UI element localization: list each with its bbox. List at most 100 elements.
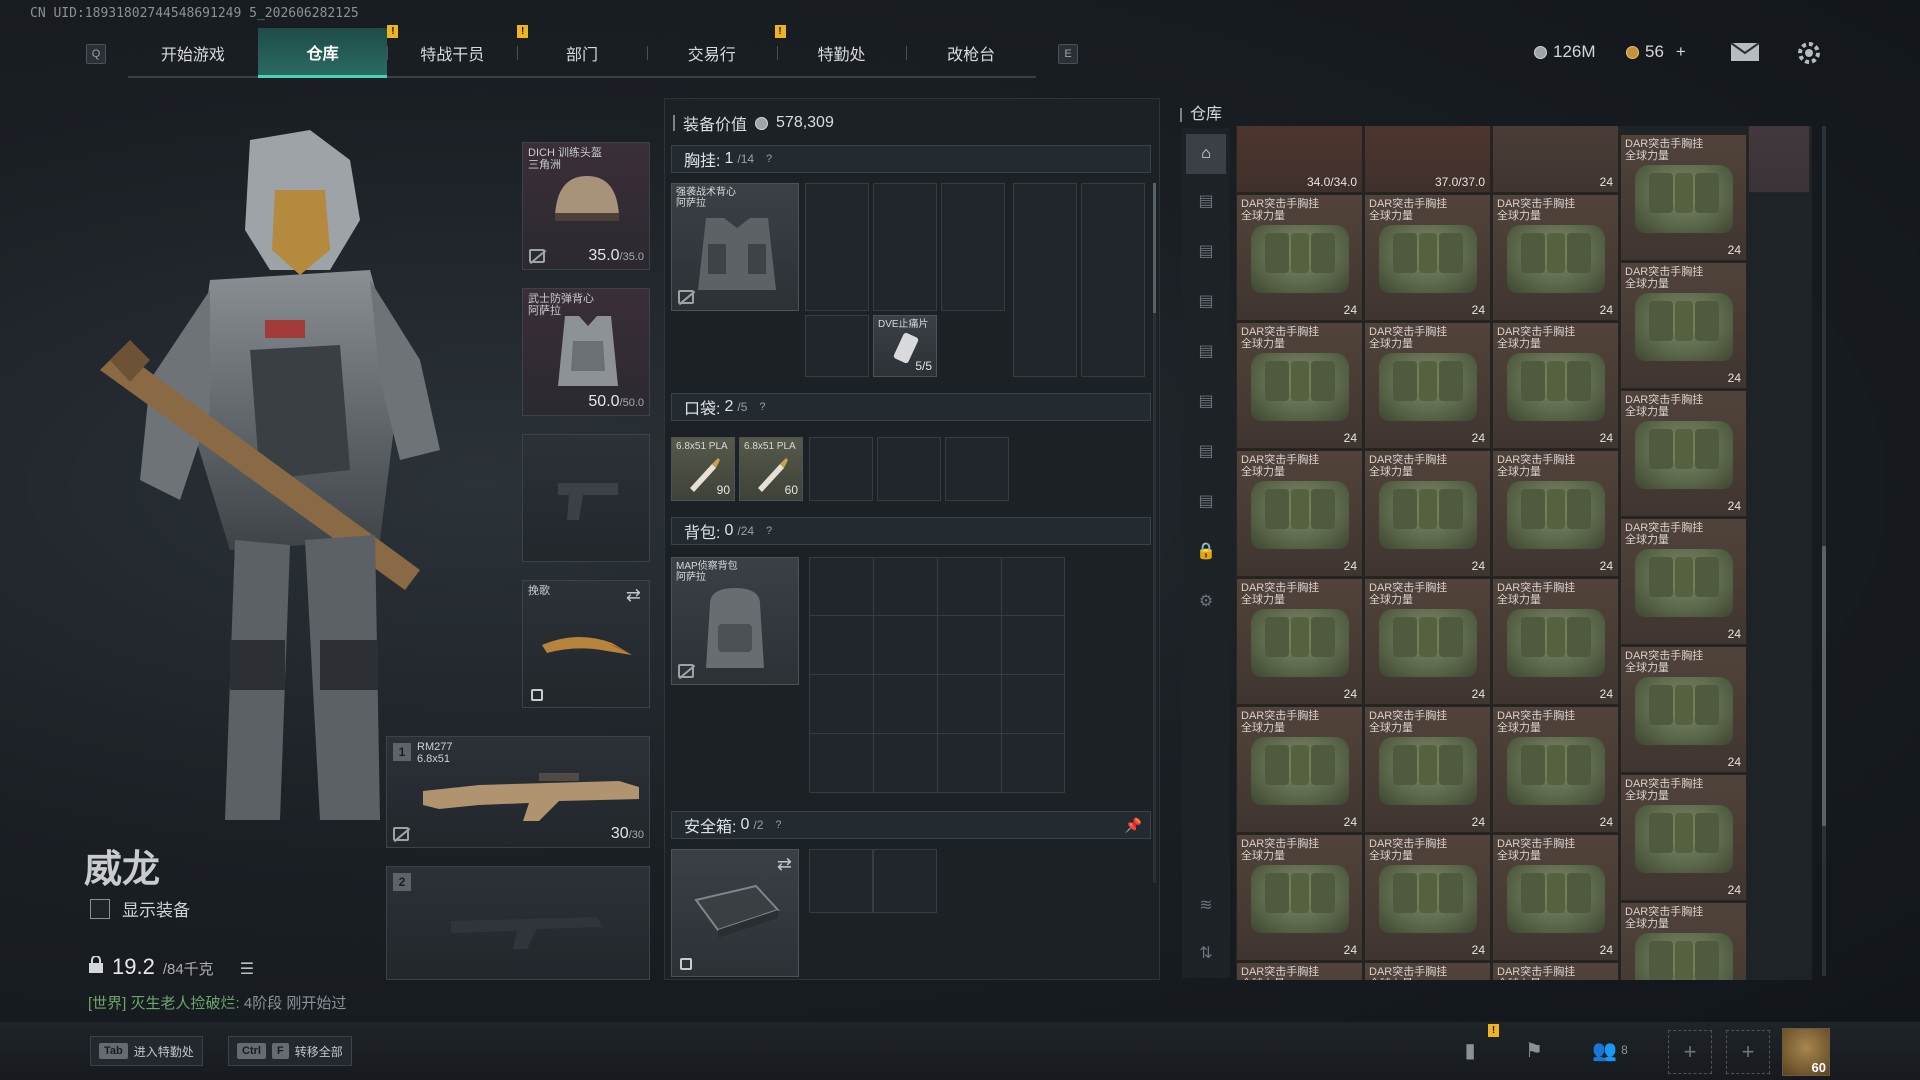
friends-icon[interactable]: 👥 8 — [1590, 1036, 1630, 1064]
chest-cell[interactable] — [941, 183, 1005, 311]
tab-3-icon[interactable]: ▤ — [1194, 290, 1218, 312]
home-icon[interactable]: ⌂ — [1186, 134, 1226, 174]
backpack-item[interactable]: MAP侦察背包 阿萨拉 — [671, 557, 799, 685]
warehouse-item[interactable]: DAR突击手胸挂全球力量24 — [1620, 134, 1747, 261]
warehouse-item[interactable]: DAR突击手胸挂全球力量24 — [1620, 390, 1747, 517]
help-icon[interactable]: ? — [775, 819, 781, 831]
tab-7-icon[interactable]: ▤ — [1194, 490, 1218, 512]
warehouse-item[interactable]: DAR突击手胸挂全球力量24 — [1620, 518, 1747, 645]
warehouse-item[interactable]: DAR突击手胸挂全球力量24 — [1364, 706, 1491, 833]
chest-cell[interactable] — [1013, 183, 1077, 377]
tab-trading[interactable]: 交易行 — [646, 28, 777, 78]
swap-icon[interactable]: ⇄ — [777, 854, 792, 875]
warehouse-item[interactable]: DAR突击手胸挂全球力量24 — [1620, 902, 1747, 980]
mail-icon[interactable] — [1730, 42, 1760, 62]
warehouse-item[interactable]: DAR突击手胸挂全球力量24 — [1492, 578, 1619, 705]
warehouse-item[interactable]: 37.0/37.0 — [1364, 126, 1491, 193]
warehouse-scrollbar[interactable] — [1822, 126, 1826, 976]
warehouse-item[interactable]: DAR突击手胸挂全球力量24 — [1364, 450, 1491, 577]
tab-operators[interactable]: 特战干员! — [387, 25, 517, 78]
ammo-item[interactable]: 6.8x51 PLA 90 — [671, 437, 735, 501]
tab-1-icon[interactable]: ▤ — [1194, 190, 1218, 212]
warehouse-item[interactable]: DAR突击手胸挂全球力量24 — [1236, 450, 1363, 577]
melee-slot[interactable]: 挽歌 ⇄ — [522, 580, 650, 708]
add-squad-slot-button[interactable]: + — [1668, 1030, 1712, 1074]
lock-icon[interactable]: 🔒 — [1194, 540, 1218, 562]
flag-icon[interactable]: ⚑ — [1520, 1036, 1548, 1064]
warehouse-item[interactable]: DAR突击手胸挂全球力量24 — [1364, 322, 1491, 449]
chest-cell[interactable] — [805, 315, 869, 377]
chest-cell[interactable] — [805, 183, 869, 311]
warehouse-item[interactable]: DAR突击手胸挂全球力量24 — [1364, 962, 1491, 980]
warehouse-item[interactable]: DAR突击手胸挂全球力量24 — [1492, 450, 1619, 577]
help-icon[interactable]: ? — [766, 525, 772, 537]
chest-rig-item[interactable]: 强袭战术背心 阿萨拉 — [671, 183, 799, 311]
tab-gunsmith[interactable]: 改枪台 — [906, 28, 1036, 78]
enter-special-ops-button[interactable]: Tab 进入特勤处 — [90, 1036, 203, 1066]
warehouse-item[interactable]: DAR突击手胸挂全球力量24 — [1492, 962, 1619, 980]
add-squad-slot-button[interactable]: + — [1726, 1030, 1770, 1074]
warehouse-item[interactable]: DAR突击手胸挂全球力量24 — [1236, 834, 1363, 961]
tab-start-game[interactable]: 开始游戏 — [128, 28, 258, 78]
tab-warehouse[interactable]: 仓库 — [257, 28, 388, 78]
stats-icon[interactable]: ▮ — [1456, 1036, 1484, 1064]
prev-tab-key[interactable]: Q — [86, 44, 106, 64]
painkiller-item[interactable]: DVE止痛片 5/5 — [873, 315, 937, 377]
settings-gear-icon[interactable] — [1796, 40, 1822, 66]
chest-cell[interactable] — [873, 183, 937, 311]
tab-5-icon[interactable]: ▤ — [1194, 390, 1218, 412]
warehouse-item[interactable]: DAR突击手胸挂全球力量24 — [1364, 834, 1491, 961]
warehouse-item[interactable]: 34.0/34.0 — [1236, 126, 1363, 193]
tab-department[interactable]: 部门! — [517, 25, 647, 78]
pistol-slot[interactable] — [522, 434, 650, 562]
warehouse-item[interactable]: DAR突击手胸挂全球力量24 — [1492, 322, 1619, 449]
tab-4-icon[interactable]: ▤ — [1194, 340, 1218, 362]
warehouse-item[interactable]: DAR突击手胸挂全球力量24 — [1236, 706, 1363, 833]
warehouse-item[interactable]: DAR突击手胸挂全球力量24 — [1492, 706, 1619, 833]
safebox-cell[interactable] — [809, 849, 873, 913]
warehouse-item[interactable]: DAR突击手胸挂全球力量24 — [1236, 578, 1363, 705]
swap-icon[interactable]: ⇄ — [626, 585, 641, 606]
secondary-weapon-slot[interactable]: 2 — [386, 866, 650, 980]
pocket-cell[interactable] — [877, 437, 941, 501]
inventory-scrollbar[interactable] — [1153, 183, 1156, 883]
sort-icon[interactable]: ⇅ — [1194, 942, 1218, 964]
list-icon[interactable]: ☰ — [240, 959, 254, 979]
next-tab-key[interactable]: E — [1058, 44, 1078, 64]
warehouse-item[interactable]: DAR突击手胸挂全球力量24 — [1364, 578, 1491, 705]
primary-weapon-slot[interactable]: 1 RM277 6.8x51 30/30 — [386, 736, 650, 848]
warehouse-item[interactable]: DAR突击手胸挂全球力量24 — [1492, 194, 1619, 321]
tab-2-icon[interactable]: ▤ — [1194, 240, 1218, 262]
show-equipment-toggle[interactable]: 显示装备 — [90, 896, 190, 921]
pin-icon[interactable]: 📌 — [1125, 817, 1142, 834]
gear-icon[interactable]: ⚙ — [1194, 590, 1218, 612]
warehouse-item[interactable]: DAR突击手胸挂全球力量24 — [1364, 194, 1491, 321]
chest-cell[interactable] — [1081, 183, 1145, 377]
helmet-slot[interactable]: DICH 训练头盔 三角洲 35.0/35.0 — [522, 142, 650, 270]
warehouse-item[interactable]: DAR突击手胸挂全球力量24 — [1620, 774, 1747, 901]
warehouse-item[interactable]: DAR突击手胸挂全球力量24 — [1492, 834, 1619, 961]
warehouse-item[interactable]: 24 — [1492, 126, 1619, 193]
help-icon[interactable]: ? — [759, 401, 765, 413]
safebox-item[interactable]: ⇄ — [671, 849, 799, 977]
pocket-cell[interactable] — [809, 437, 873, 501]
warehouse-item[interactable]: DAR突击手胸挂全球力量24 — [1236, 322, 1363, 449]
warehouse-item[interactable]: DAR突击手胸挂全球力量24 — [1620, 646, 1747, 773]
warehouse-item[interactable]: DAR突击手胸挂全球力量24 — [1620, 262, 1747, 389]
tab-6-icon[interactable]: ▤ — [1194, 440, 1218, 462]
show-equipment-checkbox[interactable] — [90, 898, 110, 919]
help-icon[interactable]: ? — [766, 153, 772, 165]
pocket-cell[interactable] — [945, 437, 1009, 501]
backpack-grid[interactable] — [809, 557, 1065, 793]
layers-icon[interactable]: ≋ — [1194, 894, 1218, 916]
safebox-cell[interactable] — [873, 849, 937, 913]
tab-special-ops[interactable]: 特勤处! — [774, 25, 907, 78]
transfer-all-button[interactable]: Ctrl F 转移全部 — [228, 1036, 352, 1066]
player-avatar[interactable]: 60 — [1782, 1028, 1830, 1076]
add-gold-button[interactable]: + — [1676, 42, 1686, 62]
warehouse-item[interactable] — [1748, 126, 1810, 193]
ammo-item[interactable]: 6.8x51 PLA 60 — [739, 437, 803, 501]
warehouse-item[interactable]: DAR突击手胸挂全球力量24 — [1236, 962, 1363, 980]
warehouse-item[interactable]: DAR突击手胸挂全球力量24 — [1236, 194, 1363, 321]
world-chat-line[interactable]: [世界] 灭生老人捡破烂: 4阶段 刚开始过 — [88, 992, 346, 1013]
